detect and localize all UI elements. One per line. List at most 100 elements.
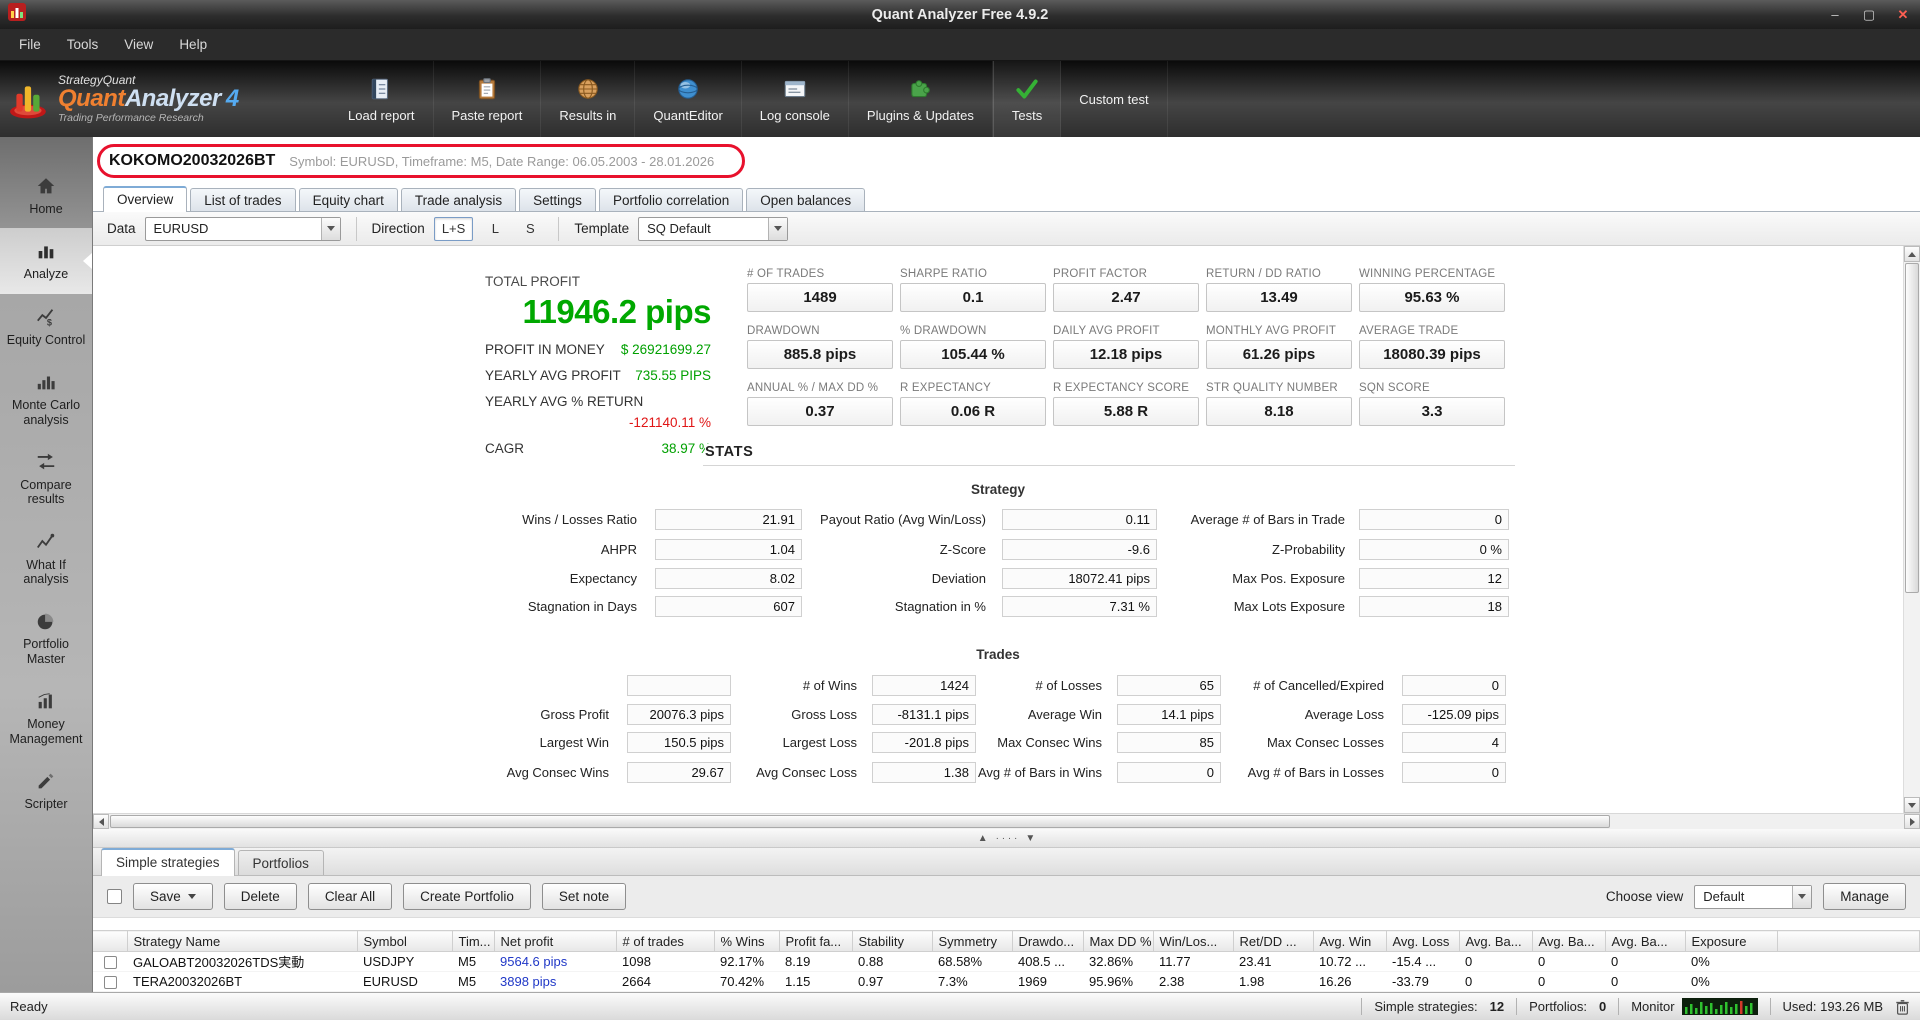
plugins-updates-button[interactable]: Plugins & Updates [849, 61, 993, 137]
col-num-trades[interactable]: # of trades [616, 930, 715, 952]
minimize-button[interactable]: – [1818, 0, 1852, 29]
direction-ls-toggle[interactable]: L+S [433, 216, 474, 241]
sidebar-item-analyze[interactable]: Analyze [0, 228, 92, 294]
col-pct-wins[interactable]: % Wins [714, 930, 780, 952]
sidebar-item-scripter[interactable]: Scripter [0, 758, 92, 823]
scroll-left-arrow-icon[interactable] [93, 814, 109, 829]
choose-view-dropdown[interactable]: Default [1694, 884, 1813, 909]
quanteditor-button[interactable]: QuantEditor [635, 61, 742, 137]
horizontal-scroll-thumb[interactable] [110, 815, 1610, 828]
direction-l-toggle[interactable]: L [482, 217, 508, 241]
panel-splitter[interactable]: ▲ · · · · ▼ [93, 829, 1920, 848]
splitter-grip[interactable]: · · · · [996, 833, 1018, 844]
menu-tools[interactable]: Tools [54, 29, 112, 60]
overview-panel: TOTAL PROFIT 11946.2 pips PROFIT IN MONE… [93, 246, 1920, 813]
tab-portfolios[interactable]: Portfolios [237, 850, 324, 875]
sidebar-item-monte-carlo[interactable]: Monte Carlo analysis [0, 359, 92, 439]
col-exposure[interactable]: Exposure [1685, 930, 1778, 952]
tests-button[interactable]: Tests [992, 61, 1062, 137]
col-max-dd[interactable]: Max DD % [1083, 930, 1154, 952]
horizontal-scrollbar[interactable] [93, 813, 1920, 829]
trades-stats-row: # of Wins 1424 # of Losses 65 # of Cancell… [393, 675, 1506, 696]
stat-label: Stagnation in % [894, 599, 986, 614]
vertical-scrollbar[interactable] [1903, 246, 1920, 813]
stat-label: Average Loss [1304, 707, 1384, 722]
scroll-up-arrow-icon[interactable] [1904, 246, 1920, 262]
menu-file[interactable]: File [6, 29, 54, 60]
sidebar-item-compare-results[interactable]: Compare results [0, 439, 92, 519]
save-dropdown-arrow-icon[interactable] [187, 894, 196, 899]
select-all-checkbox[interactable] [107, 889, 122, 904]
create-portfolio-button[interactable]: Create Portfolio [403, 883, 531, 910]
custom-test-button[interactable]: Custom test [1061, 61, 1168, 137]
col-profit-factor[interactable]: Profit fa... [779, 930, 853, 952]
vertical-scroll-thumb[interactable] [1905, 263, 1919, 593]
sidebar-item-portfolio-master[interactable]: Portfolio Master [0, 598, 92, 678]
maximize-button[interactable]: ▢ [1852, 0, 1886, 29]
stat-label: Average # of Bars in Trade [1190, 512, 1345, 527]
tab-open-balances[interactable]: Open balances [746, 188, 866, 211]
row-checkbox[interactable] [103, 976, 117, 990]
col-net-profit[interactable]: Net profit [494, 930, 617, 952]
delete-button[interactable]: Delete [223, 883, 297, 910]
status-separator [1361, 998, 1363, 1015]
stats-heading: STATS [705, 444, 762, 460]
load-report-button[interactable]: Load report [330, 61, 434, 137]
col-avg-win[interactable]: Avg. Win [1313, 930, 1387, 952]
sidebar-item-home[interactable]: Home [0, 163, 92, 228]
col-win-loss[interactable]: Win/Los... [1153, 930, 1234, 952]
col-strategy-name[interactable]: Strategy Name [127, 930, 358, 952]
col-avg-bars-2[interactable]: Avg. Ba... [1532, 930, 1606, 952]
left-sidebar: Home Analyze $ Equity Control Monte Carl… [0, 137, 93, 992]
col-symbol[interactable]: Symbol [357, 930, 453, 952]
paste-report-icon [478, 77, 496, 99]
menu-help[interactable]: Help [166, 29, 220, 60]
row-checkbox[interactable] [103, 956, 117, 970]
col-symmetry[interactable]: Symmetry [932, 930, 1013, 952]
stat-label: Stagnation in Days [527, 599, 637, 614]
col-timeframe[interactable]: Tim... [452, 930, 495, 952]
col-drawdown[interactable]: Drawdo... [1012, 930, 1084, 952]
tab-portfolio-correlation[interactable]: Portfolio correlation [598, 188, 744, 211]
col-avg-bars-3[interactable]: Avg. Ba... [1605, 930, 1686, 952]
data-symbol-dropdown[interactable]: EURUSD [144, 216, 341, 241]
paste-report-button[interactable]: Paste report [434, 61, 542, 137]
col-avg-loss[interactable]: Avg. Loss [1386, 930, 1460, 952]
sidebar-item-equity-control[interactable]: $ Equity Control [0, 294, 92, 359]
manage-button[interactable]: Manage [1823, 883, 1906, 910]
status-separator [1618, 998, 1620, 1015]
tab-list-of-trades[interactable]: List of trades [190, 188, 296, 211]
template-dropdown[interactable]: SQ Default [638, 216, 789, 241]
strategy-row[interactable]: TERA20032026BT EURUSD M5 3898 pips 2664 … [93, 971, 1920, 992]
stat-label: Deviation [931, 571, 986, 586]
analyze-icon [38, 246, 54, 259]
sidebar-item-money-management[interactable]: Money Management [0, 678, 92, 758]
col-stability[interactable]: Stability [852, 930, 933, 952]
stat-value-field: 1.38 [872, 762, 976, 783]
cagr-label: CAGR [485, 441, 525, 456]
tab-settings[interactable]: Settings [519, 188, 596, 211]
col-ret-dd[interactable]: Ret/DD ... [1233, 930, 1314, 952]
tab-simple-strategies[interactable]: Simple strategies [101, 848, 235, 876]
tab-equity-chart[interactable]: Equity chart [298, 188, 398, 211]
close-button[interactable]: ✕ [1886, 0, 1920, 29]
scroll-down-arrow-icon[interactable] [1904, 797, 1920, 813]
col-avg-bars-1[interactable]: Avg. Ba... [1459, 930, 1533, 952]
trash-icon[interactable] [1895, 999, 1910, 1015]
sidebar-item-what-if[interactable]: What If analysis [0, 519, 92, 599]
save-button[interactable]: Save [133, 883, 213, 910]
scroll-right-arrow-icon[interactable] [1904, 814, 1920, 829]
splitter-collapse-down[interactable]: ▼ [1025, 833, 1035, 844]
splitter-collapse-up[interactable]: ▲ [978, 833, 988, 844]
set-note-button[interactable]: Set note [541, 883, 627, 910]
menu-view[interactable]: View [111, 29, 166, 60]
memory-monitor-graph-icon[interactable] [1681, 998, 1758, 1015]
tab-overview[interactable]: Overview [103, 186, 188, 212]
tab-trade-analysis[interactable]: Trade analysis [400, 188, 517, 211]
log-console-button[interactable]: Log console [742, 61, 849, 137]
results-in-button[interactable]: Results in [541, 61, 636, 137]
direction-s-toggle[interactable]: S [517, 217, 543, 241]
compare-arrows-icon [37, 453, 55, 470]
clear-all-button[interactable]: Clear All [307, 883, 393, 910]
strategy-row[interactable]: GALOABT20032026TDS実動 USDJPY M5 9564.6 pi… [93, 951, 1920, 972]
